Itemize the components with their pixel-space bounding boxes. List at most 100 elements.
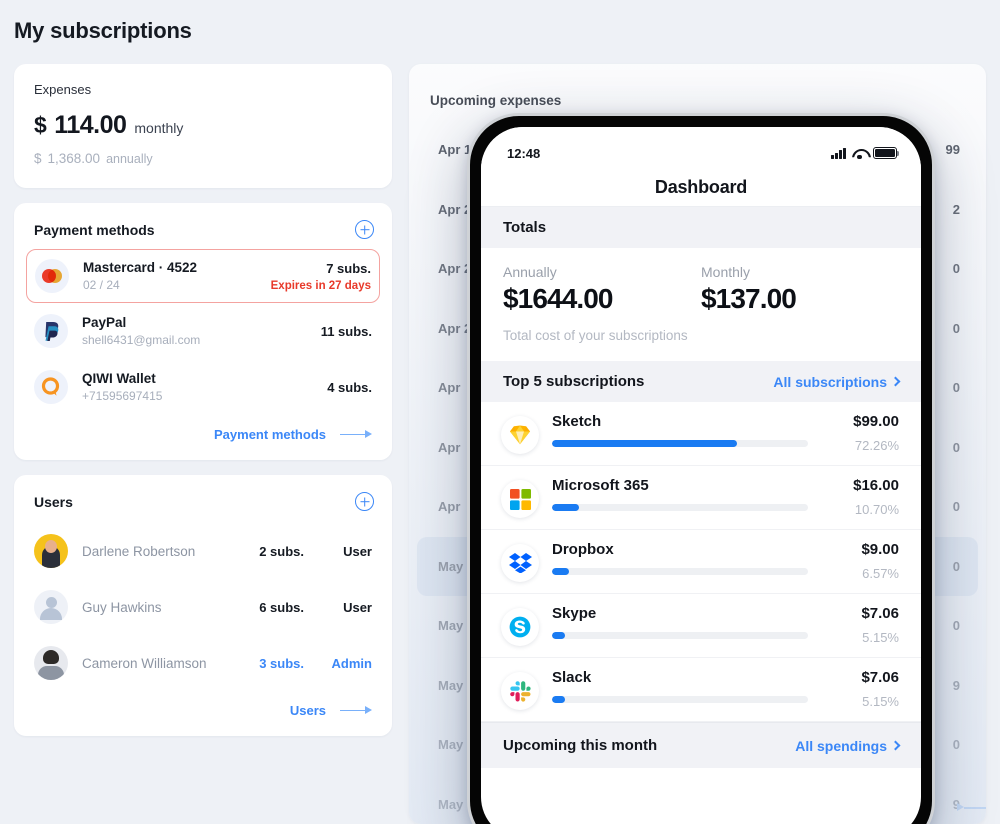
expenses-monthly-period: monthly bbox=[134, 120, 184, 136]
top5-list: Sketch $99.00 72.26% Microsoft 365 $16.00 10.… bbox=[481, 402, 921, 722]
subscription-row[interactable]: Dropbox $9.00 6.57% bbox=[481, 530, 921, 594]
upcoming-expense-amount: 0 bbox=[952, 558, 960, 574]
subscription-progress-fill bbox=[552, 568, 569, 575]
phone-screen: 12:48 Dashboard Totals Annually $1644.00 bbox=[481, 127, 921, 824]
arrow-right-icon[interactable] bbox=[340, 429, 372, 441]
expenses-label: Expenses bbox=[34, 82, 92, 97]
totals-monthly: Monthly $137.00 bbox=[701, 264, 899, 315]
subscription-progress-bar bbox=[552, 696, 808, 703]
subscription-row[interactable]: Skype $7.06 5.15% bbox=[481, 594, 921, 658]
expenses-annual-period: annually bbox=[106, 152, 153, 166]
status-bar: 12:48 bbox=[481, 127, 921, 169]
sketch-icon bbox=[501, 416, 539, 454]
upcoming-expense-amount: 0 bbox=[952, 737, 960, 753]
users-list: Darlene Robertson 2 subs. User Guy Hawki… bbox=[14, 517, 392, 691]
subscription-progress-fill bbox=[552, 632, 566, 639]
totals-note: Total cost of your subscriptions bbox=[503, 328, 688, 343]
subscription-price: $7.06 bbox=[861, 669, 899, 686]
subscription-progress-bar bbox=[552, 632, 808, 639]
user-subs-count: 2 subs. bbox=[259, 543, 304, 559]
upcoming-expense-amount: 9 bbox=[952, 677, 960, 693]
all-subscriptions-label: All subscriptions bbox=[773, 373, 887, 390]
subscription-percent: 10.70% bbox=[854, 502, 899, 517]
users-title: Users bbox=[34, 493, 73, 510]
arrow-right-icon[interactable] bbox=[340, 705, 372, 717]
subscription-progress-fill bbox=[552, 696, 566, 703]
payment-method-row-qiwi[interactable]: QIWI Wallet +71595697415 4 subs. bbox=[26, 359, 380, 415]
currency-symbol-annual: $ bbox=[34, 151, 42, 166]
dropbox-icon bbox=[501, 544, 539, 582]
users-footer[interactable]: Users bbox=[14, 691, 392, 736]
upcoming-expense-amount: 0 bbox=[952, 380, 960, 396]
app-root: My subscriptions Expenses $ 114.00 month… bbox=[0, 0, 1000, 824]
user-subs-count[interactable]: 3 subs. bbox=[230, 656, 304, 671]
user-role: User bbox=[343, 599, 372, 615]
user-name: Cameron Williamson bbox=[82, 655, 207, 671]
payment-method-count: 4 subs. bbox=[327, 379, 372, 395]
upcoming-expense-amount: 0 bbox=[952, 439, 960, 455]
subscription-progress-bar bbox=[552, 440, 808, 447]
avatar bbox=[34, 646, 68, 680]
expenses-monthly-amount: 114.00 bbox=[54, 111, 127, 139]
user-row[interactable]: Cameron Williamson 3 subs. Admin bbox=[26, 635, 380, 691]
battery-full-icon bbox=[873, 147, 900, 159]
top5-strip-title: Top 5 subscriptions bbox=[503, 373, 645, 390]
upcoming-expense-amount: 99 bbox=[945, 142, 960, 158]
user-row[interactable]: Darlene Robertson 2 subs. User bbox=[26, 523, 380, 579]
slack-icon bbox=[501, 672, 539, 710]
all-subscriptions-link[interactable]: All subscriptions bbox=[773, 373, 901, 390]
expenses-annually: $ 1,368.00 annually bbox=[34, 151, 372, 166]
subscription-price: $9.00 bbox=[861, 541, 899, 558]
subscription-progress-fill bbox=[552, 440, 737, 447]
upcoming-expense-date: Apr bbox=[438, 380, 461, 396]
users-link[interactable]: Users bbox=[290, 703, 326, 718]
status-time: 12:48 bbox=[507, 145, 541, 161]
totals-monthly-value: $137.00 bbox=[701, 283, 797, 314]
payment-methods-link[interactable]: Payment methods bbox=[214, 427, 326, 442]
upcoming-expense-date: May bbox=[438, 558, 464, 574]
avatar bbox=[34, 534, 68, 568]
payment-method-row-paypal[interactable]: PayPal shell6431@gmail.com 11 subs. bbox=[26, 303, 380, 359]
paypal-icon bbox=[34, 314, 68, 348]
upcoming-expense-date: May bbox=[438, 796, 464, 812]
subscription-price: $99.00 bbox=[853, 413, 899, 430]
payment-methods-list: Mastercard · 4522 02 / 24 7 subs. Expire… bbox=[14, 245, 392, 415]
all-spendings-link[interactable]: All spendings bbox=[795, 738, 901, 754]
upcoming-expenses-title: Upcoming expenses bbox=[430, 93, 562, 108]
subscription-percent: 5.15% bbox=[862, 630, 899, 645]
plus-circle-icon[interactable] bbox=[355, 220, 374, 239]
totals-section: Annually $1644.00 Monthly $137.00 Total … bbox=[481, 248, 921, 361]
left-column: Expenses $ 114.00 monthly $ 1,368.00 ann… bbox=[14, 64, 392, 736]
expenses-monthly: $ 114.00 monthly bbox=[34, 111, 372, 140]
subscription-row[interactable]: Microsoft 365 $16.00 10.70% bbox=[481, 466, 921, 530]
users-header: Users bbox=[14, 475, 392, 517]
payment-method-name: QIWI Wallet bbox=[82, 371, 156, 386]
qiwi-icon bbox=[34, 370, 68, 404]
user-name: Guy Hawkins bbox=[82, 599, 162, 615]
user-row[interactable]: Guy Hawkins 6 subs. User bbox=[26, 579, 380, 635]
payment-method-row-mastercard[interactable]: Mastercard · 4522 02 / 24 7 subs. Expire… bbox=[26, 249, 380, 303]
subscription-price: $7.06 bbox=[861, 605, 899, 622]
user-name: Darlene Robertson bbox=[82, 543, 196, 559]
payment-method-name: PayPal bbox=[82, 315, 127, 330]
payment-methods-header: Payment methods bbox=[14, 203, 392, 245]
payment-method-name: Mastercard · 4522 bbox=[83, 260, 198, 275]
expenses-card: Expenses $ 114.00 monthly $ 1,368.00 ann… bbox=[14, 64, 392, 188]
skype-icon bbox=[501, 608, 539, 646]
users-card: Users Darlene Robertson 2 subs. User Guy… bbox=[14, 475, 392, 736]
totals-monthly-label: Monthly bbox=[701, 264, 751, 280]
upcoming-expense-amount: 0 bbox=[952, 261, 960, 277]
currency-symbol: $ bbox=[34, 112, 47, 138]
avatar bbox=[34, 590, 68, 624]
subscription-progress-bar bbox=[552, 568, 808, 575]
expenses-annual-amount: 1,368.00 bbox=[47, 151, 101, 166]
payment-methods-footer[interactable]: Payment methods bbox=[14, 415, 392, 460]
totals-annual-label: Annually bbox=[503, 264, 557, 280]
upcoming-expense-date: May bbox=[438, 737, 464, 753]
subscription-row[interactable]: Slack $7.06 5.15% bbox=[481, 658, 921, 722]
upcoming-expense-amount: 0 bbox=[952, 618, 960, 634]
subscription-row[interactable]: Sketch $99.00 72.26% bbox=[481, 402, 921, 466]
user-role[interactable]: Admin bbox=[304, 656, 372, 671]
subscription-progress-fill bbox=[552, 504, 580, 511]
plus-circle-icon[interactable] bbox=[355, 492, 374, 511]
